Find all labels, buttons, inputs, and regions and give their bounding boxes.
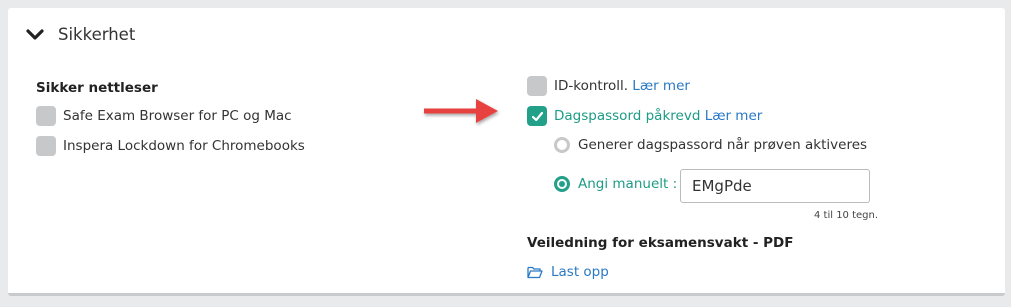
guide-heading: Veiledning for eksamensvakt - PDF xyxy=(527,235,794,251)
section-title: Sikkerhet xyxy=(58,24,136,44)
password-length-hint: 4 til 10 tegn. xyxy=(814,210,879,221)
generate-password-label: Generer dagspassord når prøven aktiveres xyxy=(578,137,868,153)
id-control-option[interactable]: ID-kontroll. Lær mer xyxy=(527,76,690,96)
id-control-checkbox[interactable] xyxy=(527,76,547,96)
day-password-input[interactable] xyxy=(680,169,870,203)
secure-browser-heading: Sikker nettleser xyxy=(36,80,158,96)
generate-password-option[interactable]: Generer dagspassord når prøven aktiveres xyxy=(554,137,867,153)
upload-button[interactable]: Last opp xyxy=(527,264,609,280)
inspera-lockdown-option[interactable]: Inspera Lockdown for Chromebooks xyxy=(36,136,305,156)
id-control-label: ID-kontroll. xyxy=(554,78,628,94)
chevron-down-icon[interactable] xyxy=(26,27,44,41)
day-password-label: Dagspassord påkrevd xyxy=(554,108,701,124)
section-header[interactable]: Sikkerhet xyxy=(26,22,135,46)
manual-password-option[interactable]: Angi manuelt : xyxy=(554,176,677,192)
id-control-learn-more-link[interactable]: Lær mer xyxy=(632,78,690,94)
safe-exam-browser-checkbox[interactable] xyxy=(36,106,56,126)
checkmark-icon xyxy=(531,111,543,121)
folder-open-icon xyxy=(527,266,543,279)
inspera-lockdown-checkbox[interactable] xyxy=(36,136,56,156)
manual-password-label: Angi manuelt : xyxy=(578,176,678,192)
red-arrow-annotation xyxy=(424,99,498,123)
inspera-lockdown-label: Inspera Lockdown for Chromebooks xyxy=(63,138,305,154)
upload-label: Last opp xyxy=(551,264,609,280)
day-password-checkbox[interactable] xyxy=(527,106,547,126)
safe-exam-browser-option[interactable]: Safe Exam Browser for PC og Mac xyxy=(36,106,292,126)
safe-exam-browser-label: Safe Exam Browser for PC og Mac xyxy=(63,108,292,124)
generate-password-radio[interactable] xyxy=(554,137,570,153)
manual-password-radio[interactable] xyxy=(554,176,570,192)
day-password-option[interactable]: Dagspassord påkrevd Lær mer xyxy=(527,106,762,126)
security-panel: Sikkerhet Sikker nettleser Safe Exam Bro… xyxy=(8,8,1005,296)
day-password-learn-more-link[interactable]: Lær mer xyxy=(705,108,763,124)
